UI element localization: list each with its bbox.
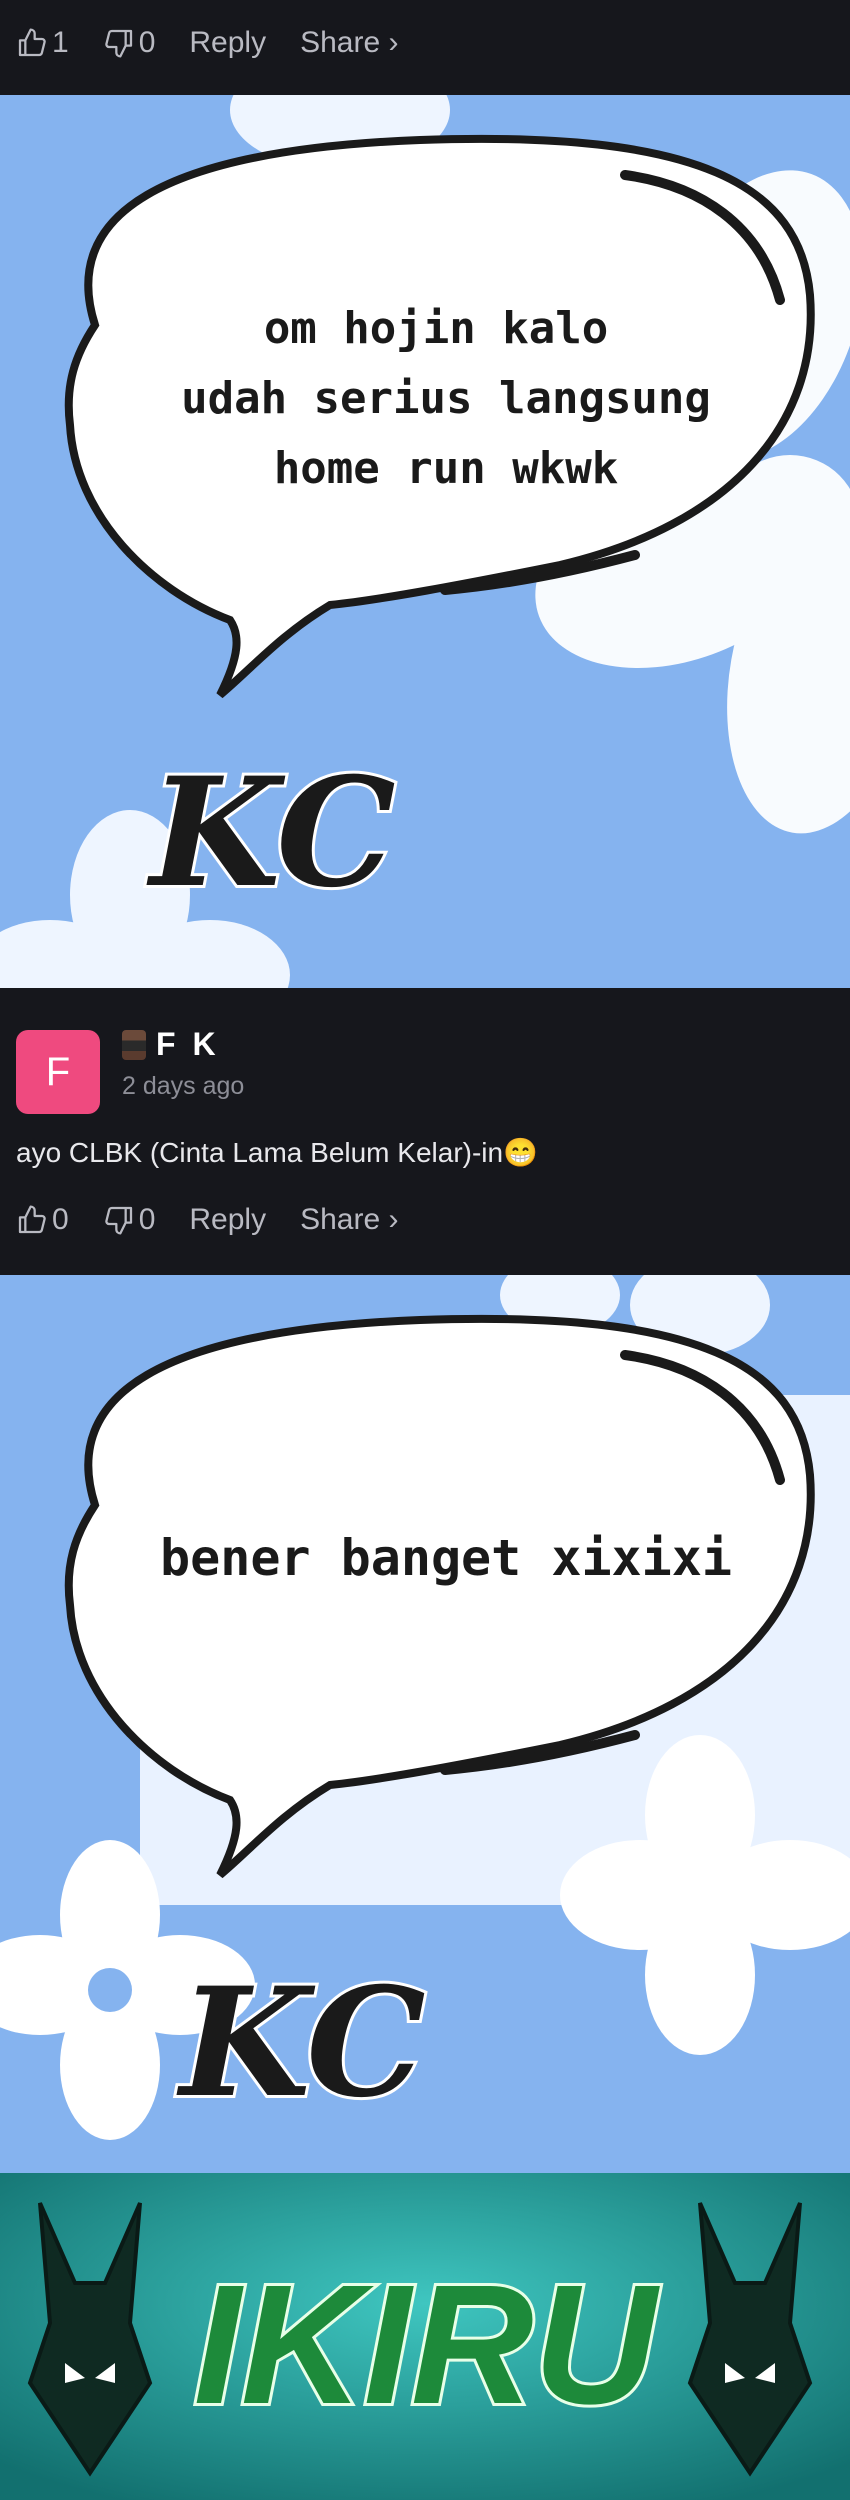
like-count: 0: [52, 1203, 69, 1236]
kc-logo-1: KC: [146, 745, 396, 921]
sticker-2-line-1: bener banget xixixi: [160, 1529, 732, 1587]
ikiru-banner: IKIRU: [0, 2173, 850, 2500]
sticker-1-line-2: udah serius langsung: [181, 373, 711, 424]
like-button[interactable]: 1: [16, 26, 69, 60]
comment-item: F F K 2 days ago ayo CLBK (Cinta Lama Be…: [0, 988, 850, 1275]
comment-actions-bar: 1 0 Reply Share ›: [0, 0, 850, 95]
sticker-1-line-1: om hojin kalo: [264, 303, 608, 354]
sticker-image-1: om hojin kalo udah serius langsung home …: [0, 95, 850, 988]
dislike-button[interactable]: 0: [103, 1203, 156, 1237]
sticker-image-2: bener banget xixixi KC: [0, 1275, 850, 2173]
ikiru-banner-art: IKIRU: [0, 2173, 850, 2500]
sticker-1-line-3: home run wkwk: [274, 443, 618, 494]
flower-center: [88, 1968, 132, 2012]
dislike-count: 0: [138, 1203, 156, 1236]
reply-button[interactable]: Reply: [189, 26, 266, 60]
reply-button[interactable]: Reply: [189, 1203, 266, 1237]
comment-actions: 1 0 Reply Share ›: [16, 26, 432, 60]
thumbs-down-icon: [104, 1206, 132, 1235]
avatar[interactable]: F: [16, 1030, 100, 1114]
sticker-1-art: om hojin kalo udah serius langsung home …: [0, 95, 850, 988]
share-button[interactable]: Share ›: [300, 26, 398, 60]
comment-actions: 0 0 Reply Share ›: [16, 1203, 432, 1237]
thumbs-down-icon: [104, 29, 132, 58]
kc-logo-2: KC: [176, 1955, 426, 2131]
like-button[interactable]: 0: [16, 1203, 69, 1237]
comment-body: ayo CLBK (Cinta Lama Belum Kelar)-in😁: [16, 1137, 538, 1168]
thumbs-up-icon: [18, 28, 46, 57]
user-badge-icon: [122, 1029, 146, 1060]
sticker-2-art: bener banget xixixi KC: [0, 1275, 850, 2173]
thumbs-up-icon: [18, 1205, 46, 1234]
username[interactable]: F K: [122, 1026, 220, 1063]
ikiru-logo-text: IKIRU: [194, 2250, 661, 2440]
username-text: F K: [156, 1026, 220, 1062]
like-count: 1: [52, 26, 69, 59]
comment-timestamp: 2 days ago: [122, 1072, 245, 1100]
dislike-count: 0: [138, 26, 156, 59]
dislike-button[interactable]: 0: [103, 26, 156, 60]
share-button[interactable]: Share ›: [300, 1203, 398, 1237]
